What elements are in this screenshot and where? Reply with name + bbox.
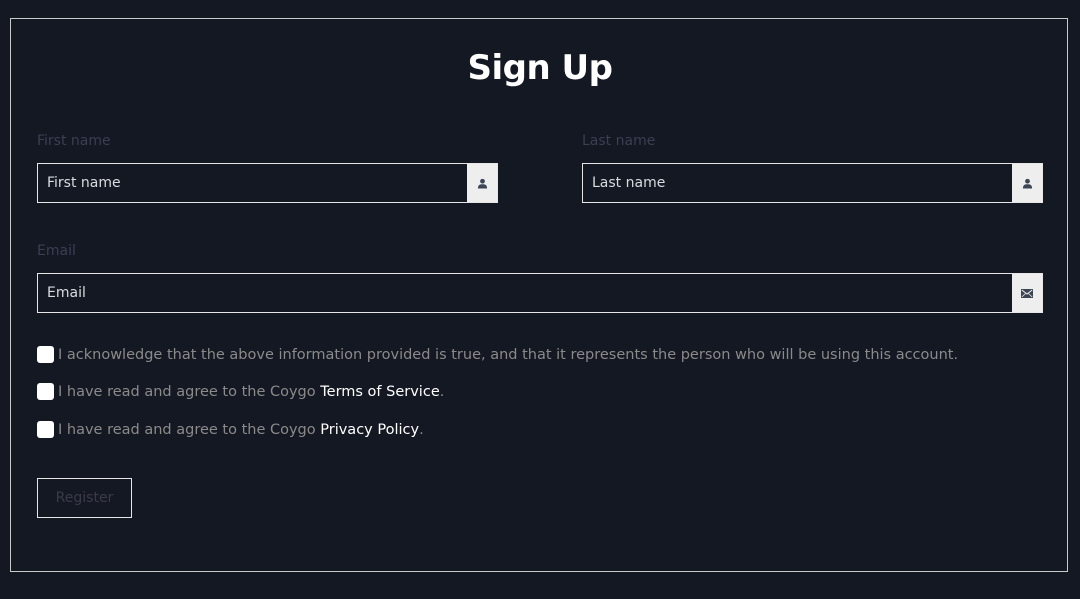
terms-of-service-link[interactable]: Terms of Service <box>320 384 439 400</box>
privacy-checkbox-row[interactable]: I have read and agree to the Coygo Priva… <box>37 421 424 438</box>
first-name-label: First name <box>37 133 111 149</box>
email-input[interactable] <box>38 274 1012 312</box>
email-label: Email <box>37 243 76 259</box>
privacy-text: I have read and agree to the Coygo <box>58 421 321 438</box>
terms-text: I have read and agree to the Coygo <box>58 383 321 400</box>
terms-checkbox[interactable] <box>37 383 54 400</box>
acknowledge-checkbox-row[interactable]: I acknowledge that the above information… <box>37 346 958 363</box>
first-name-field <box>37 163 498 203</box>
email-field <box>37 273 1043 313</box>
privacy-checkbox[interactable] <box>37 421 54 438</box>
terms-suffix: . <box>439 383 445 400</box>
first-name-input[interactable] <box>38 164 467 202</box>
register-button[interactable]: Register <box>37 478 132 518</box>
acknowledge-checkbox[interactable] <box>37 346 54 363</box>
last-name-input[interactable] <box>583 164 1012 202</box>
page-title: Sign Up <box>467 48 613 88</box>
privacy-policy-link[interactable]: Privacy Policy <box>320 422 419 438</box>
acknowledge-text: I acknowledge that the above information… <box>58 346 959 363</box>
terms-checkbox-row[interactable]: I have read and agree to the Coygo Terms… <box>37 383 444 400</box>
user-icon <box>1012 164 1042 202</box>
last-name-label: Last name <box>582 133 656 149</box>
last-name-field <box>582 163 1043 203</box>
privacy-suffix: . <box>419 421 424 438</box>
user-icon <box>467 164 497 202</box>
envelope-icon <box>1012 274 1042 312</box>
